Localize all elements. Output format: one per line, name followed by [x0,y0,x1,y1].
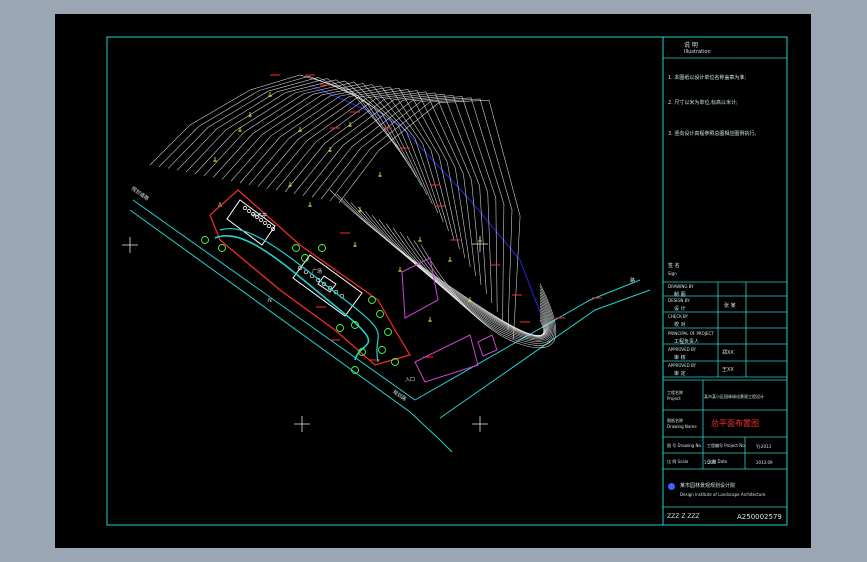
contour-line [350,202,546,336]
approval-row-val-1: 张 某 [724,303,736,309]
contour-line [311,96,498,313]
tree-symbol [448,257,452,262]
sign-label: 签 名 [668,263,680,269]
tree-symbol [248,112,252,117]
notes-heading-en: Illustration [684,49,711,55]
label-plaza: 广场 [312,269,323,275]
meta-label2-0: 工程编号 Project No. [707,443,746,448]
tree-symbol [238,127,242,132]
project-label: 工程名称 Project [667,390,683,401]
approval-row-cn-5: 审 定 [674,371,686,377]
contour-line [420,244,557,349]
shade-tree-icon [336,324,344,332]
contour-line [399,231,553,343]
contour-line [239,86,455,241]
approval-row-cn-1: 设 计 [674,306,686,312]
approval-row-en-4: APPROVED BY [668,347,697,352]
meta-label2-1: 日 期 Date [707,459,728,464]
contour-line [149,74,401,166]
approval-row-en-3: PRINCIPAL OF PROJECT [668,331,714,336]
contour-line [364,210,548,337]
shade-tree-icon [368,296,376,304]
label-gate: 入口 [405,377,416,383]
meta-label-1: 比 例 Scale [667,459,689,464]
drawing-canvas[interactable] [55,14,811,548]
drawing-name-label: 图纸名称 Drawing Name [667,418,697,429]
tree-symbol [348,122,352,127]
tree-symbol [418,237,422,242]
meta-value2-0: YJ-2013 [756,444,772,449]
site-boundary [209,189,411,366]
company-logo-icon [668,483,675,490]
note-item-1: 1. 本图纸以设计单位名称盖章为准; [668,75,747,81]
contour-line [378,219,550,339]
tree-symbol [213,157,217,162]
approval-row-en-5: APPROVED BY [668,363,697,368]
meta-value2-1: 2013.09 [756,460,773,465]
note-item-3: 3. 竖向设计高程参照总图相应图例执行。 [668,131,760,137]
sign-label-en: Sign [668,271,677,276]
project-name: 某市某小区园林绿化景观工程设计 [704,394,764,399]
inner-border [106,36,788,526]
tree-symbol [428,317,432,322]
approval-row-en-2: CHECK BY [668,314,688,319]
pavilion-outline [226,199,276,246]
approval-row-val-4: 郑XX [722,350,734,356]
approval-row-cn-4: 审 核 [674,355,686,361]
contour-line [266,90,471,268]
approval-row-cn-3: 工程负责人 [674,339,700,345]
shade-tree-icon [384,328,392,336]
plaza-feature [317,275,337,293]
paving-dot [267,224,271,228]
footer-left: ZZZ Z ZZZ [667,513,700,520]
shade-tree-icon [376,310,384,318]
tree-symbol [268,92,272,97]
approval-row-val-5: 王XX [722,367,734,373]
tree-symbol [353,242,357,247]
shade-tree-icon [201,236,209,244]
river-line [309,84,541,313]
drawing-title: 总平面布置图 [711,419,759,428]
contour-line [357,206,547,337]
contour-line [185,79,422,187]
tree-symbol [378,172,382,177]
tree-symbol [478,237,482,242]
approval-row-cn-0: 制 图 [674,292,686,298]
shade-tree-icon [292,244,300,252]
site-plan [106,36,788,526]
paving-dot [243,206,247,210]
approval-row-en-0: DRAWING BY [668,284,694,289]
approval-row-cn-2: 校 对 [674,322,686,328]
building-small [477,334,498,357]
contour-line [320,97,505,322]
note-item-2: 2. 尺寸以米为单位,标高以米计; [668,100,738,106]
north-arrow-label: N [268,298,272,304]
contour-line [176,78,417,178]
tree-symbol [308,202,312,207]
meta-label-0: 图 号 Drawing No. [667,443,703,448]
contour-line [336,193,545,336]
label-pavilion: 休息亭 [252,213,268,219]
paving-dot [247,209,251,213]
company-name: 某市园林景观规划设计院 [680,483,736,489]
company-name-en: Design Institute of Landscape Architectu… [680,492,766,497]
contour-line [371,215,549,337]
footer-code: A250002579 [737,513,782,521]
building-south [414,334,479,383]
notes-heading: 说 明 [684,42,698,49]
shade-tree-icon [318,244,326,252]
road-edge-west-outer [129,209,453,453]
shade-tree-icon [378,346,386,354]
tree-symbol [398,267,402,272]
paving-dot [263,221,267,225]
shade-tree-icon [218,244,226,252]
contour-line [230,85,449,232]
label-road-east: 路 [630,278,636,284]
approval-row-en-1: DESIGN BY [668,298,690,303]
